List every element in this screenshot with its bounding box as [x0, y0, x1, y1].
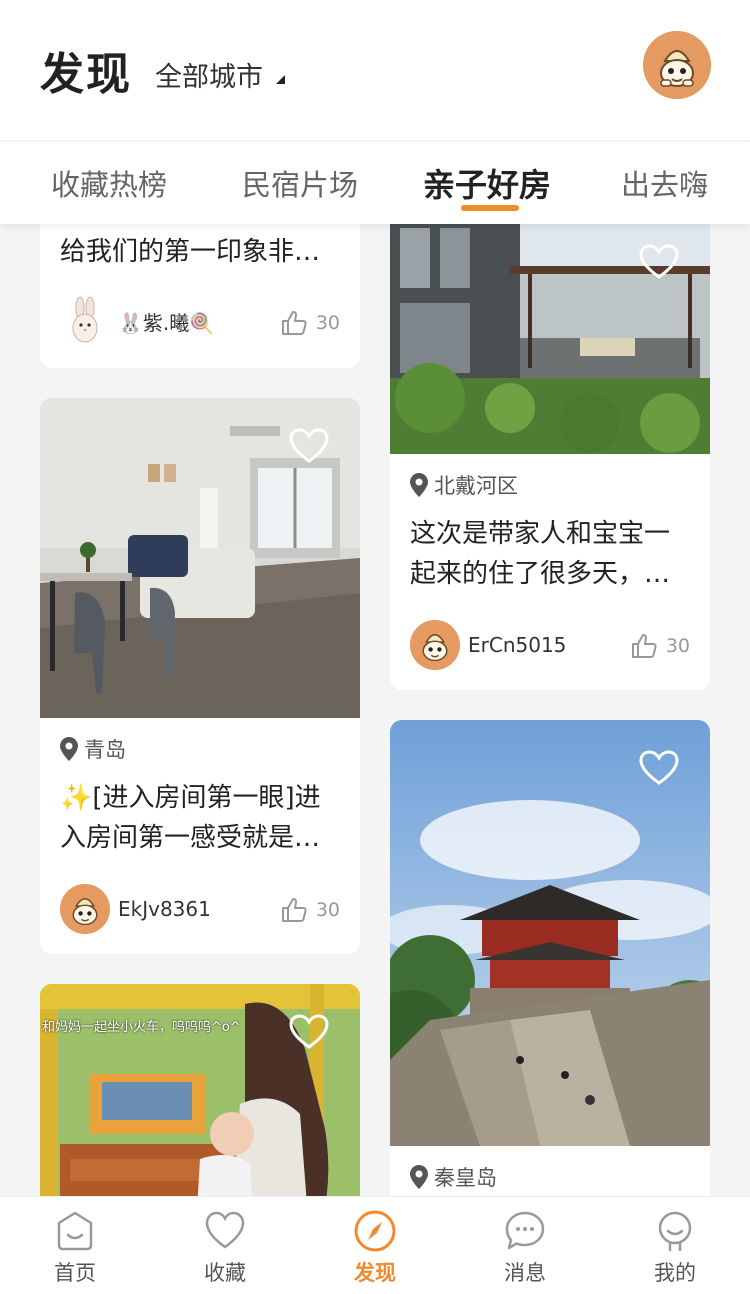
page-title: 发现 — [40, 49, 132, 100]
photo-caption: 和妈妈一起坐小火车，呜呜呜^o^ — [42, 1020, 241, 1035]
city-dropdown-caret-icon[interactable] — [276, 75, 285, 84]
like-button[interactable]: 30 — [630, 632, 690, 660]
nav-profile[interactable]: 我的 — [625, 1209, 725, 1287]
card-author[interactable]: ErCn5015 — [410, 620, 566, 670]
nav-discover[interactable]: 发现 — [325, 1209, 425, 1287]
thumbs-up-icon — [631, 634, 657, 658]
nav-label: 我的 — [654, 1261, 696, 1285]
location-pin-icon — [60, 737, 78, 761]
avatar — [410, 620, 460, 670]
nav-favorites[interactable]: 收藏 — [175, 1209, 275, 1287]
like-count: 30 — [315, 899, 340, 921]
header: 发现 全部城市 — [0, 0, 750, 140]
nav-label: 收藏 — [204, 1261, 246, 1285]
profile-icon — [658, 1211, 692, 1252]
compass-icon — [354, 1210, 396, 1252]
author-name: EkJv8361 — [118, 897, 211, 921]
card-location: 北戴河区 — [410, 470, 518, 500]
active-tab-indicator — [461, 205, 519, 211]
location-text: 北戴河区 — [434, 474, 518, 498]
like-count: 30 — [665, 635, 690, 657]
author-name: 🐰紫.曦🍭 — [118, 310, 215, 335]
location-pin-icon — [410, 473, 428, 497]
card-author[interactable]: 🐰紫.曦🍭 — [60, 296, 214, 346]
tab-homestay-studio[interactable]: 民宿片场 — [242, 162, 358, 204]
category-tabs: 收藏热榜 民宿片场 亲子好房 出去嗨 — [0, 142, 750, 224]
thumbs-up-icon — [281, 311, 307, 335]
tab-favorites-hot[interactable]: 收藏热榜 — [51, 162, 167, 204]
nav-home[interactable]: 首页 — [25, 1209, 125, 1287]
favorite-heart-icon[interactable] — [639, 750, 679, 786]
author-name: ErCn5015 — [468, 633, 567, 657]
city-selector[interactable]: 全部城市 — [155, 55, 263, 94]
card-description: 这次是带家人和宝宝一起来的住了很多天，体验很好 — [410, 519, 671, 589]
card-description: ✨[进入房间第一眼]进入房间第一感受就是很温馨 — [60, 783, 321, 853]
feed-card[interactable]: 给我们的第一印象非常好，房间干净整洁 🐰紫.曦🍭 30 — [40, 224, 360, 368]
location-pin-icon — [410, 1165, 428, 1189]
home-icon — [57, 1211, 93, 1251]
nav-label: 消息 — [504, 1261, 546, 1285]
avatar — [60, 296, 110, 346]
like-count: 30 — [315, 312, 340, 334]
cartoon-avatar-icon — [643, 31, 711, 99]
card-author[interactable]: EkJv8361 — [60, 884, 211, 934]
feed-card[interactable]: 青岛 ✨[进入房间第一眼]进入房间第一感受就是很温馨 EkJv8361 30 — [40, 398, 360, 954]
card-location: 秦皇岛 — [410, 1162, 497, 1192]
nav-label: 发现 — [354, 1261, 396, 1285]
cartoon-avatar-icon — [410, 620, 460, 670]
user-avatar[interactable] — [643, 31, 711, 99]
tab-family-rooms[interactable]: 亲子好房 — [423, 160, 551, 206]
favorite-heart-icon[interactable] — [639, 244, 679, 280]
rabbit-avatar-icon — [72, 296, 98, 343]
avatar — [60, 884, 110, 934]
heart-icon — [205, 1211, 245, 1249]
favorite-heart-icon[interactable] — [289, 428, 329, 464]
card-location: 青岛 — [60, 734, 126, 764]
favorite-heart-icon[interactable] — [289, 1014, 329, 1050]
card-description: 给我们的第一印象非常好，房间干净整洁 — [60, 237, 321, 267]
chat-icon — [505, 1211, 545, 1250]
nav-messages[interactable]: 消息 — [475, 1209, 575, 1287]
like-button[interactable]: 30 — [280, 896, 340, 924]
feed-card[interactable]: 和妈妈一起坐小火车，呜呜呜^o^ — [40, 984, 360, 1196]
bottom-nav: 首页 收藏 发现 消息 我的 — [0, 1196, 750, 1294]
feed[interactable]: 给我们的第一印象非常好，房间干净整洁 🐰紫.曦🍭 30 — [0, 224, 750, 1196]
feed-card[interactable]: 北戴河区 这次是带家人和宝宝一起来的住了很多天，体验很好 ErCn5015 30 — [390, 224, 710, 690]
location-text: 青岛 — [84, 738, 126, 762]
thumbs-up-icon — [281, 898, 307, 922]
cartoon-avatar-icon — [60, 884, 110, 934]
location-text: 秦皇岛 — [434, 1166, 497, 1190]
nav-label: 首页 — [54, 1261, 96, 1285]
feed-card[interactable]: 秦皇岛 — [390, 720, 710, 1196]
tab-go-out[interactable]: 出去嗨 — [621, 162, 708, 204]
like-button[interactable]: 30 — [280, 309, 340, 337]
